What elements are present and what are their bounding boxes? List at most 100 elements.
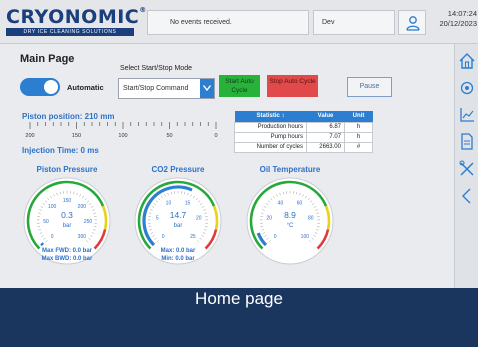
view-icon <box>460 81 474 95</box>
home-icon <box>459 53 475 69</box>
user-name-field[interactable]: Dev <box>313 10 395 35</box>
automatic-label: Automatic <box>67 83 104 92</box>
statistics-table: Statistic ↕ Value Unit Production hours … <box>234 111 373 153</box>
gauge-tick-label: 100 <box>301 234 310 240</box>
hmi-screen: CRYONOMIC® DRY ICE CLEANING SOLUTIONS No… <box>0 0 478 288</box>
scale-tick-label: 200 <box>25 133 34 139</box>
stat-value: 7.07 <box>306 131 345 143</box>
start-stop-mode-label: Select Start/Stop Mode <box>120 65 192 72</box>
pause-button[interactable]: Pause <box>347 77 392 97</box>
co2-pressure-label: CO2 Pressure <box>151 165 205 174</box>
stat-unit: h <box>344 131 373 143</box>
start-stop-mode-value: Start/Stop Command <box>123 85 189 92</box>
sidebar-collapse-button[interactable] <box>457 185 477 207</box>
gauge-unit: °C <box>287 223 294 229</box>
tools-icon <box>459 160 474 176</box>
chevron-down-icon <box>203 85 211 91</box>
gauge-tick-label: 0 <box>51 234 54 240</box>
sidebar-chart-button[interactable] <box>457 104 477 126</box>
table-row: Pump hours 7.07 h <box>234 131 373 143</box>
gauge-value-arc <box>40 242 45 247</box>
gauge-tick-label: 60 <box>297 200 303 206</box>
table-row: Number of cycles 2663.00 # <box>234 141 373 153</box>
logo-text: CRYONOMIC <box>6 6 140 28</box>
logo-registered-mark: ® <box>139 6 147 14</box>
right-sidebar <box>454 44 478 288</box>
footer-caption: Home page <box>195 289 283 308</box>
gauge-tick-label: 150 <box>63 198 72 204</box>
stat-value: 6.87 <box>306 121 345 133</box>
gauge-face <box>246 177 334 265</box>
statistics-header-row: Statistic ↕ Value Unit <box>234 111 373 122</box>
gauge-value: 8.9 <box>284 210 296 220</box>
stat-unit: h <box>344 121 373 133</box>
gauge-tick-label: 80 <box>308 216 314 222</box>
start-auto-cycle-button[interactable]: Start Auto Cycle <box>219 75 260 97</box>
gauge-unit: bar <box>174 223 183 229</box>
stop-auto-cycle-button[interactable]: Stop Auto Cycle <box>267 75 318 97</box>
stat-label: Production hours <box>234 121 307 133</box>
column-header-unit: Unit <box>344 111 373 122</box>
clock-time: 14:07:24 <box>447 9 477 18</box>
stat-unit: # <box>344 141 373 153</box>
piston-position-scale: 200 150 100 50 0 <box>25 122 218 139</box>
column-header-statistic[interactable]: Statistic ↕ <box>234 111 307 122</box>
gauge-tick-label: 300 <box>78 234 87 240</box>
gauge-minmax-line: Min: 0.0 bar <box>161 256 195 262</box>
gauge-tick-label: 50 <box>43 219 49 225</box>
scale-tick-label: 50 <box>166 133 172 139</box>
gauge-minmax-line: Max FWD: 0.0 bar <box>42 248 93 254</box>
stat-label: Number of cycles <box>234 141 307 153</box>
user-icon <box>406 16 420 31</box>
gauge-tick-label: 250 <box>84 219 93 225</box>
scale-tick-label: 150 <box>72 133 81 139</box>
dropdown-caret[interactable] <box>200 79 214 98</box>
stat-value: 2663.00 <box>306 141 345 153</box>
page-title: Main Page <box>20 53 75 65</box>
gauge-value: 0.3 <box>61 210 73 220</box>
gauge-tick-label: 100 <box>48 204 57 210</box>
gauge-tick-label: 10 <box>166 200 172 206</box>
oil-temperature-gauge: 0 20 40 60 80 100 8.9 °C <box>246 177 334 265</box>
gauge-tick-label: 25 <box>190 234 196 240</box>
piston-pressure-gauge: 0 50 100 150 200 250 300 0.3 bar Max FWD: 0.0 bar… <box>23 177 111 265</box>
gauge-tick-label: 40 <box>278 200 284 206</box>
sidebar-home-button[interactable] <box>457 50 477 72</box>
chart-icon <box>460 108 474 122</box>
chevron-left-icon <box>462 188 471 204</box>
piston-pressure-label: Piston Pressure <box>36 165 98 174</box>
oil-temperature-label: Oil Temperature <box>259 165 321 174</box>
gauge-tick-label: 20 <box>196 216 202 222</box>
table-row: Production hours 6.87 h <box>234 121 373 133</box>
clock: 14:07:24 20/12/2023 <box>431 9 477 29</box>
start-stop-mode-select[interactable]: Start/Stop Command <box>118 78 215 99</box>
user-login-button[interactable] <box>398 10 426 35</box>
brand-logo: CRYONOMIC® DRY ICE CLEANING SOLUTIONS <box>6 6 146 37</box>
automatic-toggle[interactable] <box>20 78 60 96</box>
sidebar-report-button[interactable] <box>457 131 477 153</box>
sidebar-view-button[interactable] <box>457 77 477 99</box>
sidebar-tools-button[interactable] <box>457 158 477 180</box>
gauge-unit: bar <box>63 223 72 229</box>
stat-label: Pump hours <box>234 131 307 143</box>
logo-tagline: DRY ICE CLEANING SOLUTIONS <box>6 28 134 36</box>
gauge-tick-label: 5 <box>156 216 159 222</box>
report-icon <box>461 133 473 150</box>
gauge-tick-label: 15 <box>185 200 191 206</box>
scale-tick-label: 100 <box>118 133 127 139</box>
gauge-value: 14.7 <box>170 210 187 220</box>
gauge-minmax-line: Max BWD: 0.0 bar <box>42 256 93 262</box>
events-banner[interactable]: No events received. <box>147 10 309 35</box>
injection-time-readout: Injection Time: 0 ms <box>22 146 99 155</box>
header-bar: CRYONOMIC® DRY ICE CLEANING SOLUTIONS No… <box>0 0 478 44</box>
toggle-knob <box>44 80 58 94</box>
gauge-minmax-line: Max: 0.0 bar <box>161 248 196 254</box>
scale-tick-label: 0 <box>214 133 217 139</box>
gauge-tick-label: 0 <box>162 234 165 240</box>
gauge-tick-label: 200 <box>78 204 87 210</box>
column-header-value: Value <box>306 111 345 122</box>
clock-date: 20/12/2023 <box>439 19 477 28</box>
co2-pressure-gauge: 0 5 10 15 20 25 14.7 bar Max: 0.0 bar Min: 0.0 ba… <box>134 177 222 265</box>
gauge-tick-label: 20 <box>266 216 272 222</box>
gauge-tick-label: 0 <box>274 234 277 240</box>
